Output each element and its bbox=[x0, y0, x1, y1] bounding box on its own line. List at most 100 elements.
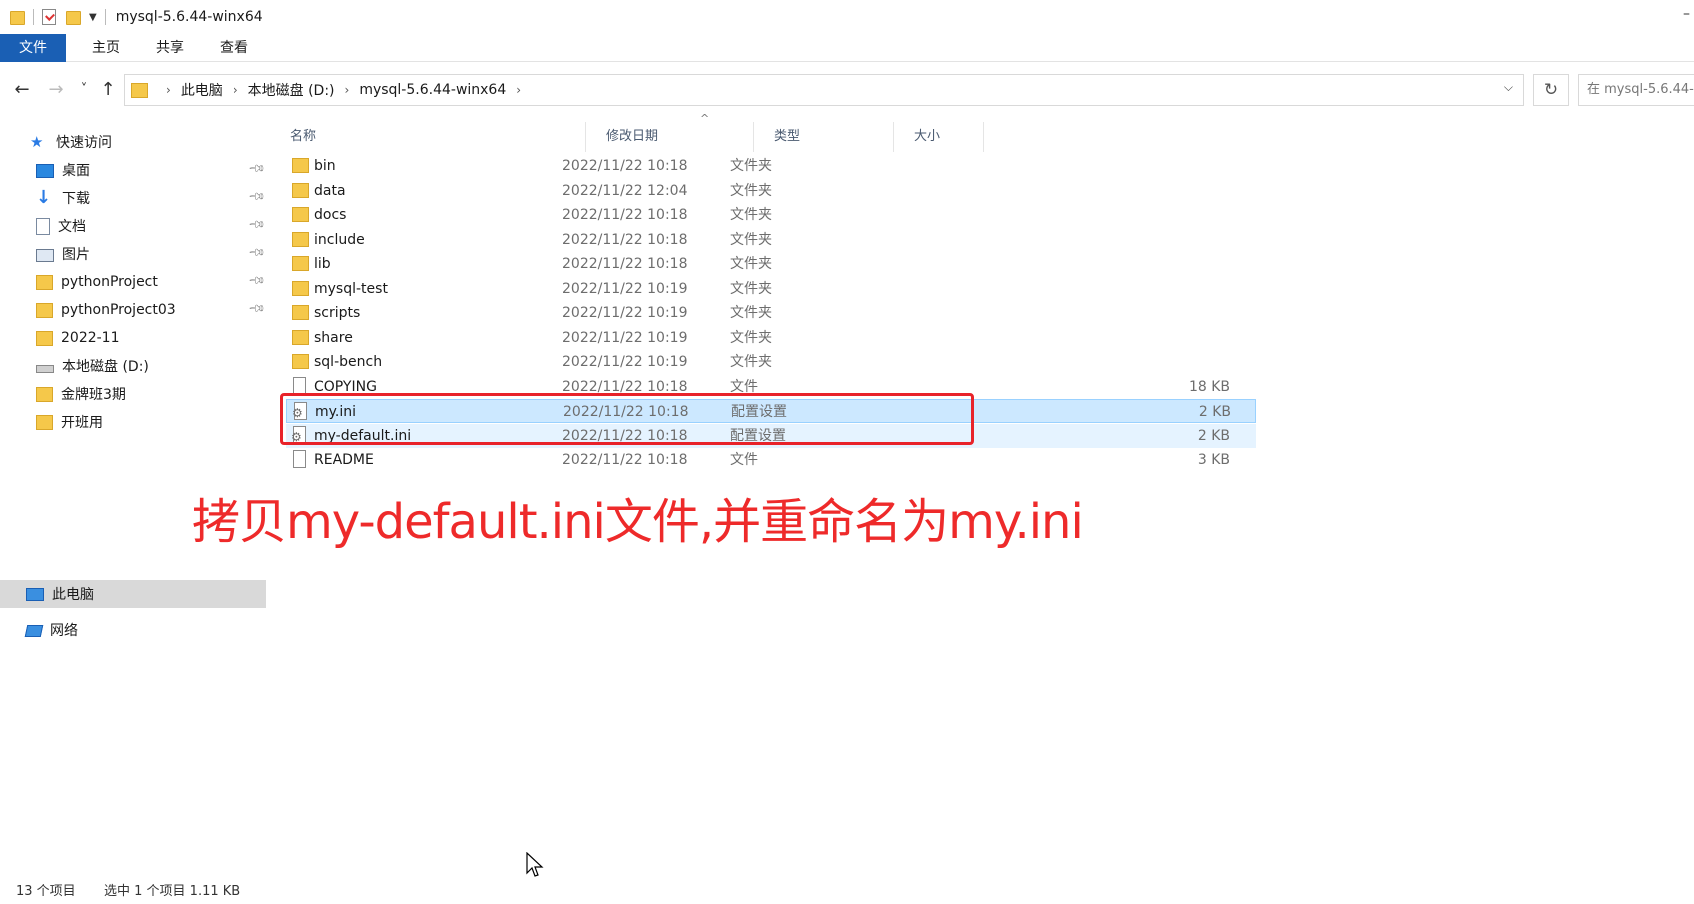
sidebar-item-2022-11[interactable]: 2022-11 bbox=[36, 324, 120, 352]
network-icon bbox=[24, 625, 44, 637]
chevron-right-icon[interactable]: › bbox=[345, 83, 350, 97]
file-icon bbox=[293, 450, 306, 468]
file-size bbox=[1116, 179, 1230, 203]
file-row[interactable]: docs 2022/11/22 10:18 文件夹 bbox=[286, 203, 1256, 227]
sidebar-item-network[interactable]: 网络 bbox=[24, 616, 78, 644]
sidebar-item-label: pythonProject03 bbox=[61, 302, 176, 318]
sidebar-item-this-pc[interactable]: 此电脑 bbox=[26, 580, 94, 608]
file-row[interactable]: share 2022/11/22 10:19 文件夹 bbox=[286, 326, 1256, 350]
pin-icon[interactable]: 📌︎ bbox=[247, 271, 266, 290]
file-row[interactable]: scripts 2022/11/22 10:19 文件夹 bbox=[286, 301, 1256, 325]
back-button[interactable]: ← bbox=[10, 76, 34, 104]
file-row[interactable]: mysql-test 2022/11/22 10:19 文件夹 bbox=[286, 277, 1256, 301]
window-title: mysql-5.6.44-winx64 bbox=[115, 9, 263, 25]
file-date: 2022/11/22 10:19 bbox=[562, 354, 688, 370]
navigation-bar: ← → ˅ ↑ › 此电脑 › 本地磁盘 (D:) › mysql-5.6.44… bbox=[0, 70, 1694, 110]
breadcrumb-this-pc[interactable]: 此电脑 bbox=[181, 80, 223, 100]
file-row[interactable]: include 2022/11/22 10:18 文件夹 bbox=[286, 228, 1256, 252]
star-icon: ★ bbox=[30, 133, 44, 151]
file-type: 文件夹 bbox=[730, 256, 772, 272]
folder-icon bbox=[36, 386, 53, 402]
sidebar-item-local-disk[interactable]: 本地磁盘 (D:) bbox=[36, 352, 149, 380]
title-bar: ▼ mysql-5.6.44-winx64 – bbox=[0, 0, 1694, 34]
sidebar-item-class-start[interactable]: 开班用 bbox=[36, 408, 103, 436]
file-size: 2 KB bbox=[1198, 404, 1231, 420]
breadcrumb-mysql[interactable]: mysql-5.6.44-winx64 bbox=[359, 82, 506, 98]
sidebar-item-pictures[interactable]: 图片 bbox=[36, 240, 90, 268]
forward-button[interactable]: → bbox=[44, 76, 68, 104]
minimize-button[interactable]: – bbox=[1683, 6, 1690, 22]
file-row[interactable]: data 2022/11/22 12:04 文件夹 bbox=[286, 179, 1256, 203]
refresh-button[interactable]: ↻ bbox=[1533, 74, 1569, 106]
chevron-right-icon[interactable]: › bbox=[516, 83, 521, 97]
sidebar-item-pythonproject03[interactable]: pythonProject03 bbox=[36, 296, 176, 324]
sidebar-item-gold-class[interactable]: 金牌班3期 bbox=[36, 380, 126, 408]
search-input[interactable]: 在 mysql-5.6.44-winx64 中搜索 bbox=[1578, 74, 1694, 106]
column-header-type[interactable]: 类型 bbox=[754, 122, 894, 152]
file-row[interactable]: README 2022/11/22 10:18 文件 3 KB bbox=[286, 448, 1256, 472]
file-size bbox=[1116, 154, 1230, 178]
chevron-right-icon[interactable]: › bbox=[233, 83, 238, 97]
pin-icon[interactable]: 📌︎ bbox=[247, 215, 266, 234]
new-folder-icon[interactable] bbox=[66, 11, 81, 25]
file-date: 2022/11/22 12:04 bbox=[562, 183, 688, 199]
file-type: 文件夹 bbox=[730, 183, 772, 199]
file-type: 文件夹 bbox=[730, 354, 772, 370]
breadcrumb-local-disk[interactable]: 本地磁盘 (D:) bbox=[248, 80, 335, 100]
sidebar-item-desktop[interactable]: 桌面 bbox=[36, 156, 90, 184]
up-button[interactable]: ↑ bbox=[96, 76, 120, 104]
pin-icon[interactable]: 📌︎ bbox=[247, 159, 266, 178]
folder-icon bbox=[292, 183, 309, 198]
drive-icon bbox=[36, 364, 54, 373]
separator bbox=[104, 9, 106, 25]
sidebar-item-documents[interactable]: 文档 bbox=[36, 212, 86, 240]
pin-icon[interactable]: 📌︎ bbox=[247, 299, 266, 318]
folder-icon bbox=[36, 414, 53, 430]
file-row[interactable]: lib 2022/11/22 10:18 文件夹 bbox=[286, 252, 1256, 276]
file-name: lib bbox=[314, 256, 331, 272]
tab-home[interactable]: 主页 bbox=[74, 34, 138, 62]
pin-icon[interactable]: 📌︎ bbox=[247, 243, 266, 262]
sidebar-item-pythonproject[interactable]: pythonProject bbox=[36, 268, 158, 296]
tab-share[interactable]: 共享 bbox=[138, 34, 202, 62]
folder-icon bbox=[292, 232, 309, 247]
address-bar[interactable]: › 此电脑 › 本地磁盘 (D:) › mysql-5.6.44-winx64 … bbox=[124, 74, 1524, 106]
sidebar-item-label: 下载 bbox=[62, 191, 90, 207]
sidebar-item-downloads[interactable]: ↓ 下载 bbox=[36, 184, 90, 212]
file-name: share bbox=[314, 330, 353, 346]
file-date: 2022/11/22 10:19 bbox=[562, 330, 688, 346]
file-size: 3 KB bbox=[1197, 452, 1230, 468]
file-row[interactable]: bin 2022/11/22 10:18 文件夹 bbox=[286, 154, 1256, 178]
column-header-size[interactable]: 大小 bbox=[894, 122, 984, 152]
file-name: include bbox=[314, 232, 365, 248]
chevron-right-icon[interactable]: › bbox=[166, 83, 171, 97]
file-date: 2022/11/22 10:18 bbox=[562, 256, 688, 272]
column-header-name[interactable]: 名称 bbox=[270, 122, 586, 152]
folder-icon bbox=[292, 207, 309, 222]
recent-locations-button[interactable]: ˅ bbox=[72, 76, 96, 104]
sidebar-item-label: 文档 bbox=[58, 219, 86, 235]
status-bar: 13 个项目 选中 1 个项目 1.11 KB bbox=[0, 874, 1694, 904]
sidebar-item-quick-access[interactable]: ★ 快速访问 bbox=[30, 128, 112, 156]
file-type: 文件 bbox=[730, 452, 758, 468]
sidebar-item-label: 桌面 bbox=[62, 163, 90, 179]
sidebar-item-label: 网络 bbox=[50, 623, 78, 639]
file-size bbox=[1116, 326, 1230, 350]
chevron-down-icon[interactable]: ⌵ bbox=[1504, 80, 1513, 95]
column-header-date[interactable]: 修改日期 bbox=[586, 122, 754, 152]
file-date: 2022/11/22 10:18 bbox=[562, 207, 688, 223]
picture-icon bbox=[36, 248, 54, 262]
desktop-icon bbox=[36, 163, 54, 178]
pin-icon[interactable]: 📌︎ bbox=[247, 187, 266, 206]
tab-file[interactable]: 文件 bbox=[0, 34, 66, 62]
quick-access-dropdown-icon[interactable]: ▼ bbox=[89, 12, 97, 23]
file-date: 2022/11/22 10:19 bbox=[562, 281, 688, 297]
folder-icon bbox=[36, 274, 53, 290]
folder-icon bbox=[292, 256, 309, 271]
tab-view[interactable]: 查看 bbox=[202, 34, 266, 62]
folder-icon bbox=[292, 305, 309, 320]
sidebar-item-label: 金牌班3期 bbox=[61, 387, 126, 403]
properties-icon[interactable] bbox=[42, 9, 56, 25]
file-row[interactable]: sql-bench 2022/11/22 10:19 文件夹 bbox=[286, 350, 1256, 374]
file-name: mysql-test bbox=[314, 281, 388, 297]
